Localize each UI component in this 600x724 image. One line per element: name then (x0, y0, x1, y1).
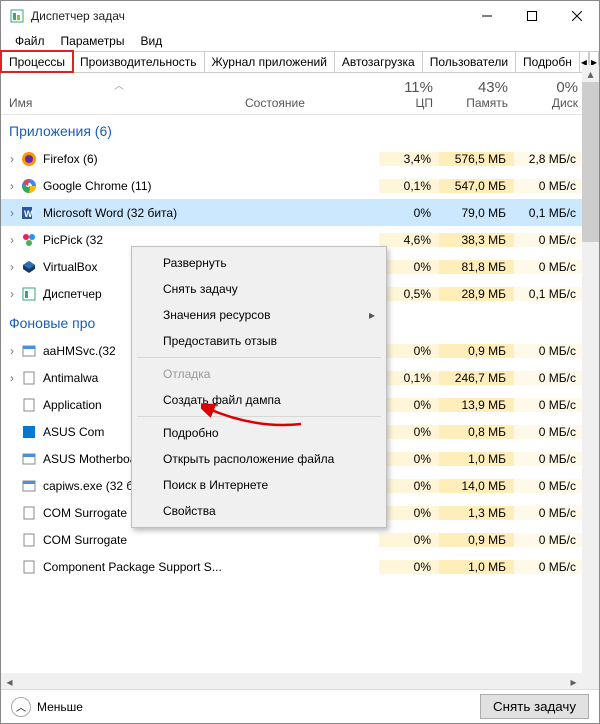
tab-startup[interactable]: Автозагрузка (334, 51, 423, 72)
fewer-details-button[interactable]: ︿ Меньше (11, 697, 83, 717)
menu-file[interactable]: Файл (7, 32, 53, 50)
scroll-left-icon[interactable]: ◂ (1, 675, 18, 689)
expand-icon[interactable]: › (1, 287, 17, 301)
close-button[interactable] (554, 1, 599, 31)
submenu-arrow-icon: ▸ (369, 308, 375, 322)
ctx-create-dump[interactable]: Создать файл дампа (135, 387, 383, 413)
group-apps: Приложения (6) (1, 115, 599, 145)
vscroll-thumb[interactable] (582, 82, 599, 242)
chrome-icon (21, 178, 37, 194)
separator (137, 416, 381, 417)
ctx-details[interactable]: Подробно (135, 420, 383, 446)
separator (137, 357, 381, 358)
app-icon (21, 559, 37, 575)
scroll-up-icon[interactable]: ▴ (582, 65, 599, 82)
expand-icon[interactable]: › (1, 206, 17, 220)
picpick-icon (21, 232, 37, 248)
app-icon (21, 343, 37, 359)
expand-icon[interactable]: › (1, 152, 17, 166)
expand-icon[interactable]: › (1, 344, 17, 358)
chevron-up-icon: ︿ (11, 697, 31, 717)
vertical-scrollbar[interactable]: ▴ ▾ (582, 65, 599, 705)
titlebar: Диспетчер задач (1, 1, 599, 31)
ctx-endtask[interactable]: Снять задачу (135, 276, 383, 302)
menu-options[interactable]: Параметры (53, 32, 133, 50)
menu-view[interactable]: Вид (132, 32, 170, 50)
app-icon (21, 505, 37, 521)
task-manager-icon (9, 8, 25, 24)
tab-users[interactable]: Пользователи (422, 51, 516, 72)
app-icon (21, 478, 37, 494)
ctx-search-web[interactable]: Поиск в Интернете (135, 472, 383, 498)
table-row[interactable]: ›WMicrosoft Word (32 бита)0%79,0 МБ0,1 М… (1, 199, 599, 226)
app-icon (21, 397, 37, 413)
virtualbox-icon (21, 259, 37, 275)
table-row[interactable]: ›Firefox (6)3,4%576,5 МБ2,8 МБ/с (1, 145, 599, 172)
header-name[interactable]: ︿ Имя (1, 73, 237, 114)
app-icon (21, 370, 37, 386)
end-task-button[interactable]: Снять задачу (480, 694, 589, 719)
window-title: Диспетчер задач (31, 9, 464, 23)
menubar: Файл Параметры Вид (1, 31, 599, 51)
ctx-properties[interactable]: Свойства (135, 498, 383, 524)
minimize-button[interactable] (464, 1, 509, 31)
tab-details[interactable]: Подробн (515, 51, 580, 72)
scroll-right-icon[interactable]: ▸ (565, 675, 582, 689)
app-icon (21, 532, 37, 548)
task-manager-icon (21, 286, 37, 302)
app-icon (21, 451, 37, 467)
ctx-resource-values[interactable]: Значения ресурсов▸ (135, 302, 383, 328)
svg-text:W: W (24, 209, 33, 219)
firefox-icon (21, 151, 37, 167)
table-row[interactable]: COM Surrogate0%0,9 МБ0 МБ/с (1, 526, 599, 553)
expand-icon[interactable]: › (1, 371, 17, 385)
ctx-open-location[interactable]: Открыть расположение файла (135, 446, 383, 472)
tabstrip: Процессы Производительность Журнал прило… (1, 51, 599, 73)
header-cpu[interactable]: 11%ЦП (381, 73, 441, 114)
column-headers: ︿ Имя Состояние 11%ЦП 43%Память 0%Диск (1, 73, 599, 115)
header-disk[interactable]: 0%Диск (516, 73, 586, 114)
expand-icon[interactable]: › (1, 179, 17, 193)
tab-performance[interactable]: Производительность (72, 51, 204, 72)
ctx-debug: Отладка (135, 361, 383, 387)
word-icon: W (21, 205, 37, 221)
header-state[interactable]: Состояние (237, 73, 381, 114)
header-memory[interactable]: 43%Память (441, 73, 516, 114)
table-row[interactable]: Component Package Support S...0%1,0 МБ0 … (1, 553, 599, 580)
ctx-feedback[interactable]: Предоставить отзыв (135, 328, 383, 354)
table-row[interactable]: ›Google Chrome (11)0,1%547,0 МБ0 МБ/с (1, 172, 599, 199)
ctx-expand[interactable]: Развернуть (135, 250, 383, 276)
footer: ︿ Меньше Снять задачу (1, 689, 599, 723)
tab-apphistory[interactable]: Журнал приложений (204, 51, 335, 72)
sort-indicator-icon: ︿ (1, 77, 237, 92)
maximize-button[interactable] (509, 1, 554, 31)
expand-icon[interactable]: › (1, 260, 17, 274)
app-icon (21, 424, 37, 440)
expand-icon[interactable]: › (1, 233, 17, 247)
tab-processes[interactable]: Процессы (1, 51, 73, 72)
context-menu: Развернуть Снять задачу Значения ресурсо… (131, 246, 387, 528)
